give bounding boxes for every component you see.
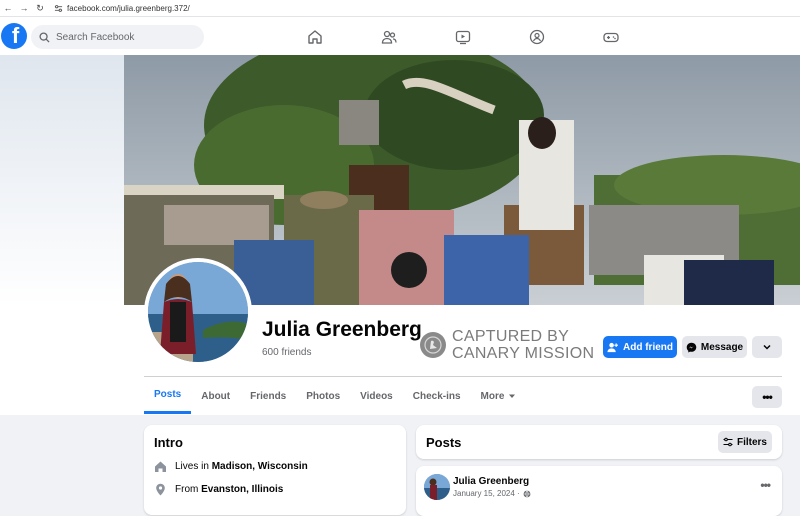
canary-line-2: CANARY MISSION (452, 345, 595, 362)
canary-bird-icon (420, 332, 446, 358)
profile-more-button[interactable]: ••• (752, 386, 782, 408)
lives-in-prefix: Lives in (175, 461, 212, 472)
filters-icon (723, 437, 733, 447)
post-date-text: January 15, 2024 · (453, 489, 520, 498)
profile-divider (144, 376, 782, 377)
more-options-dropdown-button[interactable] (752, 336, 782, 358)
post-timestamp[interactable]: January 15, 2024 · (453, 489, 531, 498)
nav-home[interactable] (305, 27, 325, 47)
tab-label: Check-ins (412, 390, 461, 402)
chevron-down-icon (763, 344, 771, 350)
cover-side-background (0, 55, 124, 305)
filters-button[interactable]: Filters (718, 431, 772, 453)
tab-label: Posts (154, 389, 182, 400)
tab-check-ins[interactable]: Check-ins (403, 378, 471, 414)
friends-count[interactable]: 600 friends (262, 347, 311, 358)
nav-groups[interactable] (527, 27, 547, 47)
intro-title: Intro (154, 435, 183, 450)
intro-from: From Evanston, Illinois (154, 483, 396, 496)
tab-videos[interactable]: Videos (350, 378, 403, 414)
friends-icon (381, 30, 397, 44)
profile-picture (148, 262, 248, 362)
home-icon (308, 30, 322, 44)
intro-card: Intro Lives in Madison, Wisconsin From E… (144, 425, 406, 515)
canary-mission-watermark: CAPTURED BY CANARY MISSION (420, 328, 594, 362)
tab-posts[interactable]: Posts (144, 378, 192, 414)
tab-photos[interactable]: Photos (296, 378, 350, 414)
tab-more[interactable]: More (471, 378, 527, 414)
posts-header-card: Posts Filters (416, 425, 782, 459)
tab-label: More (480, 390, 505, 402)
globe-icon (523, 490, 531, 497)
from-place[interactable]: Evanston, Illinois (201, 484, 283, 495)
add-friend-label: Add friend (623, 341, 673, 353)
filters-label: Filters (736, 436, 767, 448)
lives-in-text: Lives in Madison, Wisconsin (175, 461, 308, 472)
add-person-icon (607, 342, 618, 352)
post-author-avatar[interactable] (424, 474, 450, 500)
url-text[interactable]: facebook.com/julia.greenberg.372/ (67, 4, 190, 13)
posts-title: Posts (426, 434, 462, 450)
nav-watch[interactable] (453, 27, 473, 47)
tab-label: Videos (360, 390, 393, 402)
groups-icon (529, 29, 545, 45)
profile-name: Julia Greenberg (262, 318, 422, 341)
address-bar[interactable]: facebook.com/julia.greenberg.372/ (54, 4, 190, 13)
post-card: Julia Greenberg January 15, 2024 · ••• (416, 466, 782, 516)
tab-label: Friends (250, 390, 287, 402)
site-settings-icon[interactable] (54, 4, 63, 13)
search-icon (39, 31, 50, 43)
facebook-logo-letter: f (11, 23, 20, 48)
reload-icon[interactable]: ↻ (32, 3, 48, 14)
tab-label: About (201, 390, 231, 402)
home-icon (155, 461, 166, 472)
more-dots-icon: ••• (762, 390, 773, 404)
forward-icon[interactable]: → (16, 3, 32, 13)
tab-friends[interactable]: Friends (240, 378, 296, 414)
gaming-icon (603, 32, 619, 43)
lives-in-place[interactable]: Madison, Wisconsin (212, 461, 308, 472)
canary-line-1: CAPTURED BY (452, 328, 570, 345)
from-prefix: From (175, 484, 202, 495)
nav-friends[interactable] (379, 27, 399, 47)
facebook-header: f (0, 17, 800, 55)
from-text: From Evanston, Illinois (175, 484, 283, 495)
add-friend-button[interactable]: Add friend (603, 336, 677, 358)
search-box[interactable] (31, 25, 204, 49)
intro-lives-in: Lives in Madison, Wisconsin (154, 460, 396, 473)
profile-avatar[interactable] (144, 258, 252, 366)
post-options-button[interactable]: ••• (760, 478, 771, 492)
caret-down-icon (509, 394, 516, 398)
browser-toolbar: ← → ↻ facebook.com/julia.greenberg.372/ (0, 0, 800, 17)
tab-label: Photos (306, 390, 341, 402)
nav-gaming[interactable] (601, 27, 621, 47)
messenger-icon (686, 342, 697, 353)
location-pin-icon (156, 483, 165, 496)
facebook-logo[interactable]: f (1, 23, 27, 49)
back-icon[interactable]: ← (0, 3, 16, 13)
profile-tabs: Posts About Friends Photos Videos Check-… (144, 378, 526, 414)
message-button[interactable]: Message (682, 336, 747, 358)
watch-icon (455, 30, 471, 45)
post-author-name[interactable]: Julia Greenberg (453, 476, 529, 487)
message-label: Message (700, 341, 744, 353)
tab-about[interactable]: About (191, 378, 240, 414)
search-input[interactable] (56, 31, 196, 43)
canary-text: CAPTURED BY CANARY MISSION (452, 328, 594, 362)
